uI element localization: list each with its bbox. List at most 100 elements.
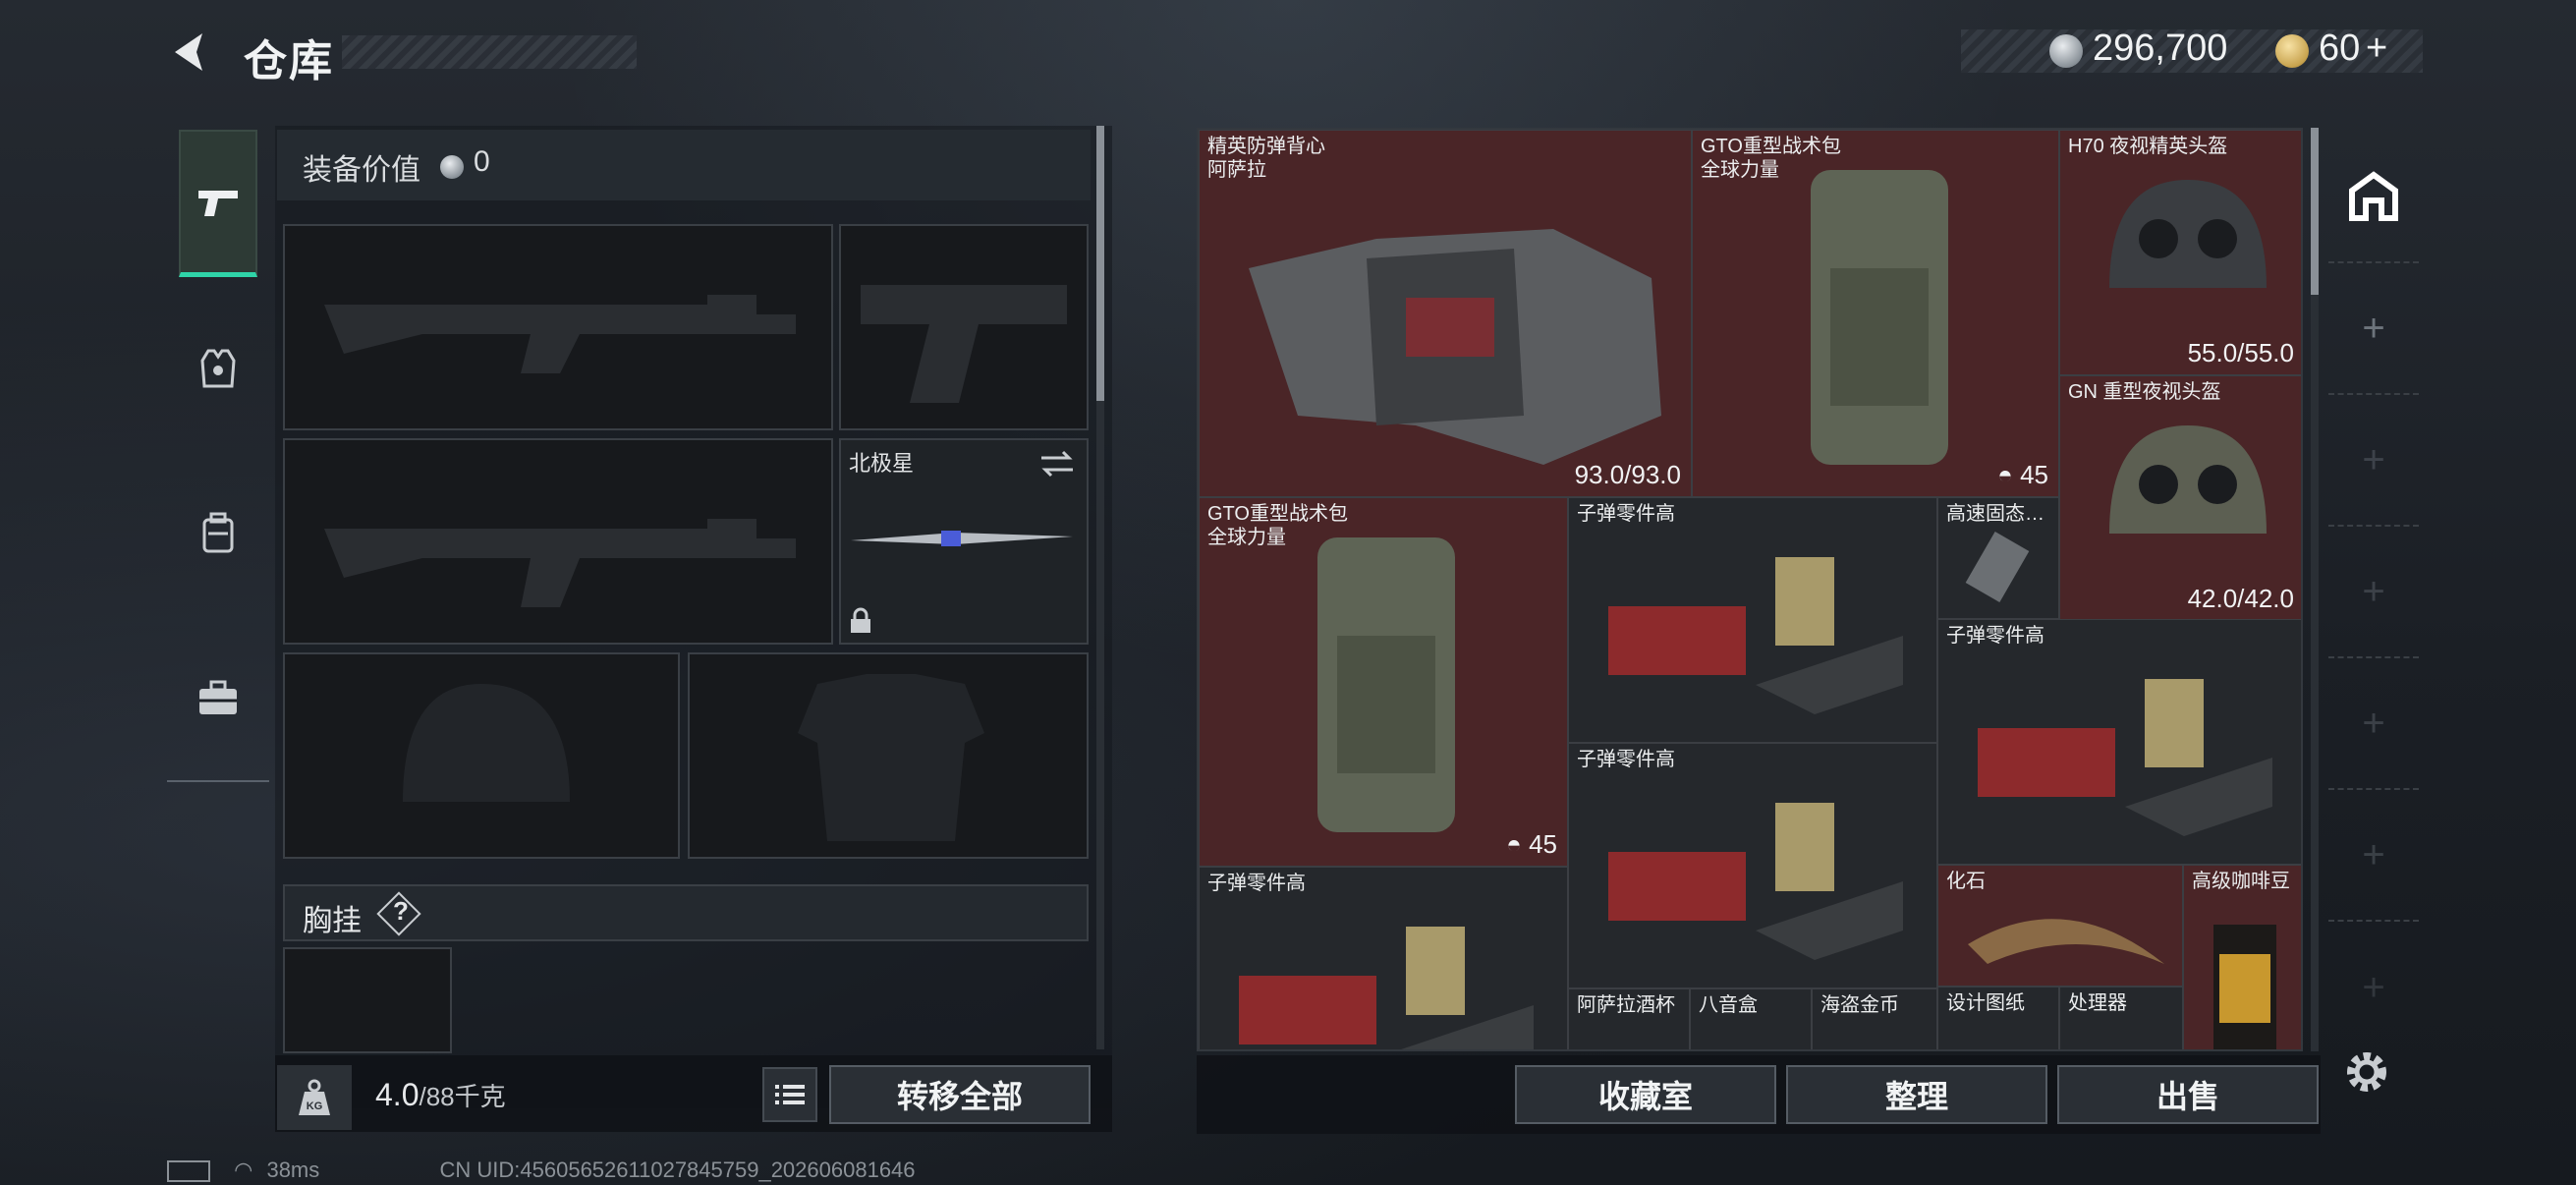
list-view-button[interactable] [762,1067,817,1122]
ammo-parts-image [1608,557,1903,714]
item-name: 八音盒 [1699,994,1758,1016]
help-icon-glyph: ? [393,896,409,926]
item-name: H70 夜视精英头盔 [2068,136,2228,157]
equipment-value-label: 装备价值 [303,154,420,187]
pistol-silhouette-icon [861,285,1067,403]
status-bar: ◠ 38ms CN UID:4560565261102784575​9_2026… [167,1157,916,1183]
ammo-parts-image [1608,803,1903,960]
stash-tab-add-3[interactable]: + [2328,527,2419,658]
plus-icon: + [2362,306,2385,350]
stash-item[interactable]: GTO重型战术包 全球力量 ◓ 45 [1199,497,1568,867]
item-name: 阿萨拉酒杯 [1577,994,1675,1016]
stash-scrollbar[interactable] [2311,128,2319,1051]
melee-name: 北极星 [849,451,915,476]
stash-item[interactable]: H70 夜视精英头盔 55.0/55.0 [2059,130,2301,375]
item-value: 42.0/42.0 [2187,584,2294,613]
item-name: 精英防弹背心 阿萨拉 [1207,136,1325,181]
armor-slot[interactable] [688,652,1089,859]
primary-weapon-slot[interactable] [283,224,833,430]
ping-value: 38ms [266,1157,320,1182]
melee-slot[interactable]: 北极星 [839,438,1089,645]
helmet-silhouette-icon [403,684,570,802]
ssd-image [1965,532,2030,602]
item-name: 高级咖啡豆 [2192,871,2290,892]
weight-icon: KG [277,1065,352,1130]
item-value: 55.0/55.0 [2187,338,2294,367]
silver-amount: 296,700 [2093,28,2228,69]
armor-silhouette-icon [798,674,984,841]
stash-item[interactable]: GN 重型夜视头盔 42.0/42.0 [2059,375,2301,621]
stash-tab-add-1[interactable]: + [2328,263,2419,395]
nav-backpack[interactable] [179,460,257,607]
stash-item[interactable]: 海盗金币 [1812,988,1937,1049]
settings-button[interactable] [2340,1045,2393,1099]
nav-weapons[interactable] [179,130,257,277]
stash-tab-add-5[interactable]: + [2328,790,2419,922]
title-decoration [342,35,637,69]
warehouse-icon [2349,171,2398,221]
coffee-bag-image [2213,925,2276,1049]
stash-tab-add-6[interactable]: + [2328,922,2419,1053]
sort-button[interactable]: 整理 [1786,1065,2047,1124]
secondary-weapon-slot[interactable] [283,438,833,645]
item-name: 设计图纸 [1946,992,2025,1014]
armor-icon [200,349,236,388]
nav-helmet-armor[interactable] [179,295,257,442]
stash-item[interactable]: 设计图纸 [1937,987,2059,1049]
lock-icon [851,607,870,633]
chest-rig-slot[interactable] [283,947,452,1053]
collection-button[interactable]: 收藏室 [1515,1065,1776,1124]
weight-readout: 4.0/88千克 [375,1077,506,1113]
stash-item[interactable]: GTO重型战术包 全球力量 ◓ 45 [1692,130,2059,497]
gold-amount: 60 [2319,28,2361,69]
stash-item[interactable]: 子弹零件高 [1568,497,1937,743]
helmet-slot[interactable] [283,652,680,859]
plus-icon: + [2362,965,2385,1009]
stash-item[interactable]: 精英防弹背心 阿萨拉 93.0/93.0 [1199,130,1692,497]
backpack-image [1811,170,1948,465]
stash-item[interactable]: 高级咖啡豆 [2183,865,2301,1049]
battery-icon [167,1160,210,1183]
stash-item[interactable]: 子弹零件高 [1199,867,1568,1049]
gold-add-button[interactable]: + [2366,28,2387,70]
backpack-icon [202,512,234,553]
svg-text:KG: KG [307,1100,323,1112]
item-value: 93.0/93.0 [1574,460,1681,489]
weight-value: 4.0 [375,1077,420,1112]
helmet-image [2109,180,2267,288]
plus-icon: + [2362,569,2385,613]
ammo-parts-image [1239,927,1534,1049]
equipment-scrollbar[interactable] [1096,126,1104,1049]
stash-item[interactable]: 化石 [1937,865,2183,987]
back-button[interactable] [167,28,216,77]
stash-item[interactable]: 八音盒 [1690,988,1812,1049]
swap-icon[interactable] [1037,448,1077,480]
weight-max: /88千克 [419,1082,506,1111]
stash-tab-add-4[interactable]: + [2328,658,2419,790]
sidearm-slot[interactable] [839,224,1089,430]
stash-item[interactable]: 子弹零件高 [1568,743,1937,988]
wifi-icon: ◠ [234,1157,253,1182]
pistol-icon [198,190,238,216]
stash-tab-add-2[interactable]: + [2328,395,2419,527]
backpack-image [1317,537,1455,832]
stash-item[interactable]: 高速固态… [1937,497,2059,619]
plus-icon: + [2362,437,2385,481]
ammo-parts-image [1978,679,2272,836]
back-arrow-icon [175,33,202,71]
briefcase-icon [199,680,237,714]
stash-tab-main[interactable] [2328,132,2419,263]
sell-button[interactable]: 出售 [2057,1065,2319,1124]
stash-item[interactable]: 处理器 [2059,987,2183,1049]
plus-icon: + [2362,832,2385,876]
nav-case[interactable] [179,625,257,772]
stash-item[interactable]: 阿萨拉酒杯 [1568,988,1690,1049]
stash-item[interactable]: 子弹零件高 [1937,619,2301,865]
helmet-image [2109,425,2267,534]
fossil-image [1968,919,2164,964]
rifle-silhouette-icon [324,519,796,607]
silver-coin-icon [2049,34,2083,68]
item-count: ◓ 45 [1997,460,2048,489]
stash-grid: 精英防弹背心 阿萨拉 93.0/93.0 GTO重型战术包 全球力量 ◓ 45 … [1197,128,2303,1051]
transfer-all-button[interactable]: 转移全部 [829,1065,1091,1124]
